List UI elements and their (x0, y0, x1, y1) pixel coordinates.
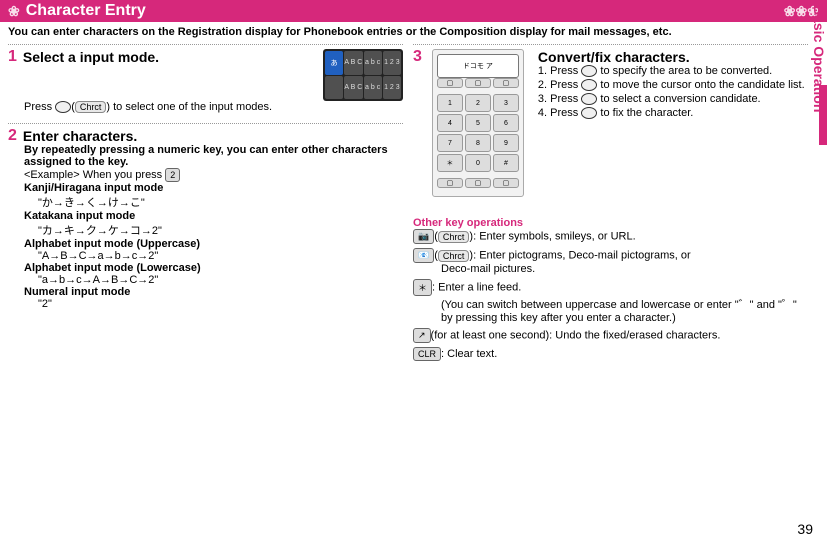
center-key-icon (581, 107, 597, 119)
mail-key-icon: 📧 (413, 248, 434, 263)
mode-1-seq: "カ→キ→ク→ケ→コ→2" (38, 222, 403, 238)
side-tab-label: Basic Operation (811, 5, 827, 165)
center-key-icon (55, 101, 71, 113)
page-number: 39 (797, 521, 813, 537)
other-op-call: ↗(for at least one second): Undo the fix… (413, 328, 808, 343)
other-op-star: ＊: Enter a line feed. (You can switch be… (413, 279, 808, 324)
call-key-icon: ↗ (413, 328, 431, 343)
other-op-clear: CLR: Clear text. (413, 347, 808, 361)
other-op-camera: 📷(Chrct): Enter symbols, smileys, or URL… (413, 229, 808, 244)
other-ops-title: Other key operations (413, 217, 808, 229)
side-tab: Basic Operation (807, 25, 827, 493)
clr-key-icon: CLR (413, 347, 441, 361)
step1-title: Select a input mode. (23, 49, 317, 65)
key-2-icon: 2 (165, 168, 180, 182)
star-key-icon: ＊ (413, 279, 432, 296)
step3-title: Convert/fix characters. (538, 49, 808, 65)
chrct-pill: Chrct (75, 101, 107, 113)
step2-title: Enter characters. (23, 128, 403, 144)
phone-keypad: ドコモ ア ▢▢▢ 123 456 789 ＊0# ▢▢▢ (432, 49, 524, 197)
mode-0-name: Kanji/Hiragana input mode (24, 182, 403, 194)
camera-key-icon: 📷 (413, 229, 434, 244)
header-bar: ❀ Character Entry ❀❀❀ (0, 0, 827, 22)
down-key-icon (581, 79, 597, 91)
page-title: Character Entry (26, 2, 146, 20)
step2-number: 2 (8, 128, 17, 144)
mode-4-name: Numeral input mode (24, 286, 403, 298)
input-mode-preview: あ A B C a b c 1 2 3 A B C a b c 1 2 3 (323, 49, 403, 101)
clover-icon: ❀ (8, 3, 20, 20)
mode-3-name: Alphabet input mode (Lowercase) (24, 262, 403, 274)
mode-1-name: Katakana input mode (24, 210, 403, 222)
example-label: <Example> When you press (24, 169, 165, 181)
intro-text: You can enter characters on the Registra… (0, 22, 827, 40)
step1-number: 1 (8, 49, 17, 65)
step1-body-pre: Press (24, 101, 55, 113)
mode-2-seq: "A→B→C→a→b→c→2" (38, 250, 403, 262)
step3-number: 3 (413, 49, 422, 65)
mode-4-seq: "2" (38, 298, 403, 310)
multi-key-icon (581, 93, 597, 105)
mode-2-name: Alphabet input mode (Uppercase) (24, 238, 403, 250)
mode-0-seq: "か→き→く→け→こ" (38, 194, 403, 210)
other-op-mail: 📧(Chrct): Enter pictograms, Deco-mail pi… (413, 248, 808, 275)
step2-lead: By repeatedly pressing a numeric key, yo… (24, 144, 403, 168)
step1-body-post: to select one of the input modes. (113, 101, 272, 113)
right-key-icon (581, 65, 597, 77)
mode-3-seq: "a→b→c→A→B→C→2" (38, 274, 403, 286)
